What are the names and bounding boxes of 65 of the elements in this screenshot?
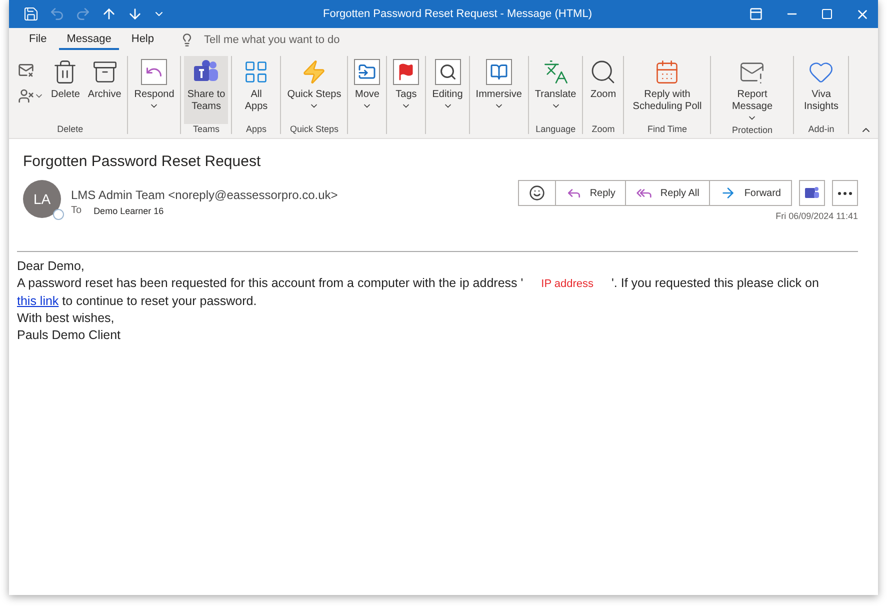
lightning-icon — [301, 59, 328, 85]
body-paragraph: A password reset has been requested for this account from a computer with the ip address ' IP address '. If you requested this please click on this link to continue to reset your password. — [17, 275, 820, 310]
lightbulb-icon — [180, 33, 194, 47]
group-label: Apps — [245, 124, 268, 134]
ribbon-button[interactable]: Respond — [131, 56, 178, 134]
greeting: Dear Demo, — [17, 258, 86, 275]
archive-icon — [92, 59, 118, 85]
menu-tab[interactable]: File — [21, 30, 55, 50]
ribbon-button[interactable]: Editing — [429, 56, 466, 134]
ribbon-button[interactable]: Delete — [48, 56, 83, 124]
presence-icon — [53, 209, 64, 220]
reply-icon — [141, 59, 168, 85]
trash-icon — [52, 59, 78, 85]
recipient: Demo Learner 16 — [94, 206, 164, 216]
ribbon-button[interactable]: Immersive — [472, 56, 525, 134]
ribbon-button[interactable]: All Apps — [235, 56, 278, 124]
group-label: Language — [534, 124, 577, 134]
reset-link[interactable]: this link — [17, 294, 59, 308]
menu-tab[interactable]: Help — [123, 30, 162, 50]
to-label: To — [71, 205, 82, 216]
search-icon — [434, 59, 460, 85]
tell-me-field[interactable]: Tell me what you want to do — [202, 33, 386, 47]
window-title: Forgotten Password Reset Request - Message (HTML) — [323, 8, 593, 20]
sender: LMS Admin Team <noreply@eassessorpro.co.uk> — [71, 188, 339, 202]
ribbon-button[interactable]: Zoom — [586, 56, 620, 124]
block-sender-icon[interactable] — [18, 88, 44, 104]
group-label: Quick Steps — [288, 124, 340, 134]
signoff: With best wishes, — [17, 310, 116, 327]
group-label: Protection — [730, 125, 774, 135]
group-label: Zoom — [590, 124, 616, 134]
smiley-icon — [528, 185, 545, 201]
more-button[interactable] — [832, 180, 858, 206]
message-subject: Forgotten Password Reset Request — [23, 153, 262, 170]
flag-icon — [393, 59, 420, 85]
book-icon — [486, 59, 512, 85]
ribbon-display-icon[interactable] — [749, 7, 763, 21]
move-folder-icon — [354, 59, 380, 85]
signature: Pauls Demo Client — [17, 327, 122, 344]
ribbon-button[interactable]: Reply with Scheduling Poll — [627, 56, 708, 124]
ribbon-button[interactable]: Report Message — [714, 56, 790, 125]
ribbon-button[interactable]: Translate — [532, 56, 580, 124]
more-icon — [838, 192, 852, 194]
calendar-chart-icon — [654, 59, 680, 85]
ribbon-button[interactable]: Quick Steps — [284, 56, 344, 124]
ribbon-button[interactable]: Share to Teams — [184, 56, 228, 124]
menu-tab[interactable]: Message — [58, 30, 120, 50]
apps-grid-icon — [243, 59, 270, 85]
group-label: Delete — [56, 124, 84, 134]
maximize-icon[interactable] — [821, 8, 833, 20]
group-label: Find Time — [646, 124, 688, 134]
save-icon[interactable] — [23, 6, 39, 22]
arrow-down-icon[interactable] — [127, 6, 143, 22]
teams-icon — [804, 185, 820, 201]
ribbon-button[interactable]: Viva Insights — [797, 56, 846, 124]
group-label: Teams — [192, 124, 221, 134]
block-user-icon — [18, 88, 34, 104]
translate-icon — [542, 59, 569, 85]
ribbon-button[interactable]: Move — [351, 56, 384, 134]
teams-button[interactable] — [799, 180, 825, 206]
ribbon-button[interactable]: Tags — [390, 56, 422, 134]
sent-date: Fri 06/09/2024 11:41 — [776, 211, 858, 221]
avatar: LA — [23, 180, 61, 218]
ribbon-button[interactable]: Archive — [84, 56, 124, 124]
ignore-mail-icon — [18, 62, 34, 78]
group-label: Add-in — [807, 124, 836, 134]
